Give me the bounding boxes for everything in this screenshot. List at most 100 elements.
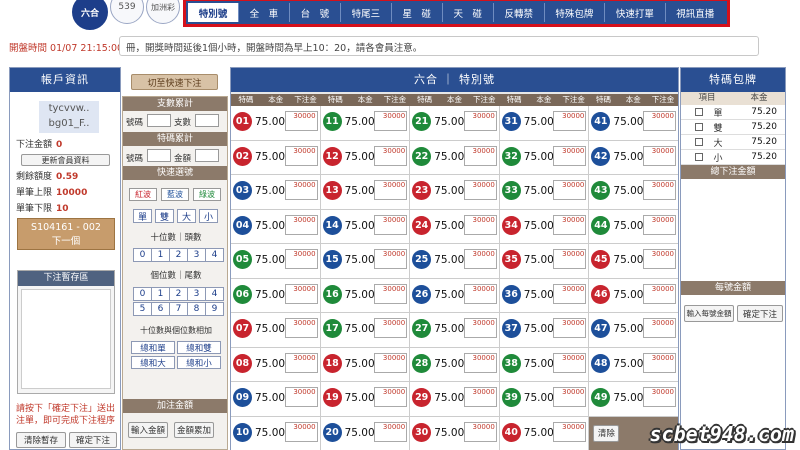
- bet-temp-list[interactable]: [21, 289, 111, 389]
- small-button[interactable]: 小: [199, 209, 218, 223]
- branch-number-input[interactable]: [147, 114, 171, 127]
- package-big-checkbox[interactable]: [695, 138, 703, 146]
- units-7-button[interactable]: 7: [169, 302, 188, 316]
- units-2-button[interactable]: 2: [169, 287, 188, 301]
- bet-amount-input[interactable]: 30000: [463, 352, 497, 373]
- bet-amount-input[interactable]: 30000: [553, 352, 587, 373]
- units-1-button[interactable]: 1: [151, 287, 170, 301]
- blue-wave-button[interactable]: 藍波: [161, 188, 189, 201]
- tens-0-button[interactable]: 0: [133, 248, 152, 262]
- bet-amount-input[interactable]: 30000: [553, 180, 587, 200]
- package-even-checkbox[interactable]: [695, 123, 703, 131]
- bet-amount-input[interactable]: 30000: [642, 180, 676, 200]
- bet-amount-input[interactable]: 30000: [374, 180, 408, 200]
- red-wave-button[interactable]: 紅波: [129, 188, 157, 201]
- bet-amount-input[interactable]: 30000: [463, 111, 497, 131]
- bet-amount-input[interactable]: 30000: [463, 145, 497, 166]
- accumulate-amount-button[interactable]: 金額累加: [174, 422, 214, 438]
- bet-amount-input[interactable]: 30000: [284, 283, 318, 304]
- odd-button[interactable]: 單: [133, 209, 152, 223]
- bet-amount-input[interactable]: 30000: [374, 249, 408, 269]
- tab-special-tail-three[interactable]: 特尾三: [341, 3, 392, 22]
- bet-amount-input[interactable]: 30000: [284, 421, 318, 442]
- units-5-button[interactable]: 5: [133, 302, 152, 316]
- tens-2-button[interactable]: 2: [169, 248, 188, 262]
- tab-special-number[interactable]: 特別號: [188, 3, 239, 22]
- bet-amount-input[interactable]: 30000: [463, 214, 497, 235]
- bet-amount-input[interactable]: 30000: [642, 214, 676, 235]
- bet-amount-input[interactable]: 30000: [374, 421, 408, 442]
- bet-amount-input[interactable]: 30000: [463, 180, 497, 200]
- bet-amount-input[interactable]: 30000: [642, 283, 676, 304]
- tab-quick-order[interactable]: 快速打單: [605, 3, 666, 22]
- branch-count-input[interactable]: [195, 114, 219, 127]
- special-number-input[interactable]: [147, 149, 171, 162]
- grid-clear-button[interactable]: 清除: [593, 424, 620, 442]
- tab-live-video[interactable]: 視訊直播: [666, 3, 725, 22]
- bet-amount-input[interactable]: 30000: [553, 421, 587, 442]
- green-wave-button[interactable]: 綠波: [193, 188, 221, 201]
- bet-amount-input[interactable]: 30000: [284, 180, 318, 200]
- units-6-button[interactable]: 6: [151, 302, 170, 316]
- special-amount-input[interactable]: [195, 149, 219, 162]
- bet-amount-input[interactable]: 30000: [553, 111, 587, 131]
- package-odd-checkbox[interactable]: [695, 108, 703, 116]
- update-member-button[interactable]: 更新會員資料: [21, 154, 110, 166]
- bet-amount-input[interactable]: 30000: [553, 283, 587, 304]
- bet-amount-input[interactable]: 30000: [553, 249, 587, 269]
- units-8-button[interactable]: 8: [187, 302, 206, 316]
- tab-reverse[interactable]: 反轉禁: [494, 3, 545, 22]
- tab-sky-pair[interactable]: 天 碰: [443, 3, 494, 22]
- bet-amount-input[interactable]: 30000: [374, 283, 408, 304]
- bet-amount-input[interactable]: 30000: [553, 387, 587, 407]
- enter-amount-button[interactable]: 輸入金額: [128, 422, 168, 438]
- bet-amount-input[interactable]: 30000: [463, 421, 497, 442]
- bet-amount-input[interactable]: 30000: [284, 111, 318, 131]
- bet-amount-input[interactable]: 30000: [463, 283, 497, 304]
- bet-amount-input[interactable]: 30000: [642, 387, 676, 407]
- bet-amount-input[interactable]: 30000: [284, 145, 318, 166]
- bet-amount-input[interactable]: 30000: [553, 145, 587, 166]
- bet-amount-input[interactable]: 30000: [553, 214, 587, 235]
- bet-amount-input[interactable]: 30000: [463, 387, 497, 407]
- bet-amount-input[interactable]: 30000: [553, 318, 587, 338]
- bet-amount-input[interactable]: 30000: [642, 111, 676, 131]
- tens-4-button[interactable]: 4: [205, 248, 224, 262]
- bet-amount-input[interactable]: 30000: [374, 145, 408, 166]
- bet-amount-input[interactable]: 30000: [374, 111, 408, 131]
- next-draw-button[interactable]: S104161 - 002 下一個: [17, 218, 115, 250]
- sum-small-button[interactable]: 總和小: [177, 356, 221, 369]
- units-0-button[interactable]: 0: [133, 287, 152, 301]
- bet-amount-input[interactable]: 30000: [642, 145, 676, 166]
- units-9-button[interactable]: 9: [205, 302, 224, 316]
- even-button[interactable]: 雙: [155, 209, 174, 223]
- units-4-button[interactable]: 4: [205, 287, 224, 301]
- tens-1-button[interactable]: 1: [151, 248, 170, 262]
- tab-tai-hao[interactable]: 台 號: [290, 3, 341, 22]
- bet-amount-input[interactable]: 30000: [284, 249, 318, 269]
- bet-amount-input[interactable]: 30000: [642, 318, 676, 338]
- bet-amount-input[interactable]: 30000: [463, 318, 497, 338]
- package-small-checkbox[interactable]: [695, 153, 703, 161]
- big-button[interactable]: 大: [177, 209, 196, 223]
- sum-big-button[interactable]: 總和大: [131, 356, 175, 369]
- bet-amount-input[interactable]: 30000: [284, 352, 318, 373]
- confirm-bet-button[interactable]: 確定下注: [69, 432, 117, 448]
- tab-star-pair[interactable]: 星 碰: [392, 3, 443, 22]
- enter-per-number-button[interactable]: 輸入每號金額: [684, 305, 734, 322]
- switch-quick-bet-button[interactable]: 切至快速下注: [131, 74, 218, 90]
- bet-amount-input[interactable]: 30000: [374, 352, 408, 373]
- bet-amount-input[interactable]: 30000: [284, 214, 318, 235]
- game-liuhe-button[interactable]: 六合: [72, 0, 108, 30]
- clear-temp-button[interactable]: 清除暫存: [16, 432, 66, 448]
- tab-full-car[interactable]: 全 車: [239, 3, 290, 22]
- sum-even-button[interactable]: 總和雙: [177, 341, 221, 354]
- units-3-button[interactable]: 3: [187, 287, 206, 301]
- package-confirm-button[interactable]: 確定下注: [737, 305, 783, 322]
- tab-special-package[interactable]: 特殊包牌: [545, 3, 606, 22]
- tens-3-button[interactable]: 3: [187, 248, 206, 262]
- bet-amount-input[interactable]: 30000: [642, 352, 676, 373]
- bet-amount-input[interactable]: 30000: [374, 214, 408, 235]
- game-539-button[interactable]: 539: [110, 0, 144, 24]
- bet-amount-input[interactable]: 30000: [463, 249, 497, 269]
